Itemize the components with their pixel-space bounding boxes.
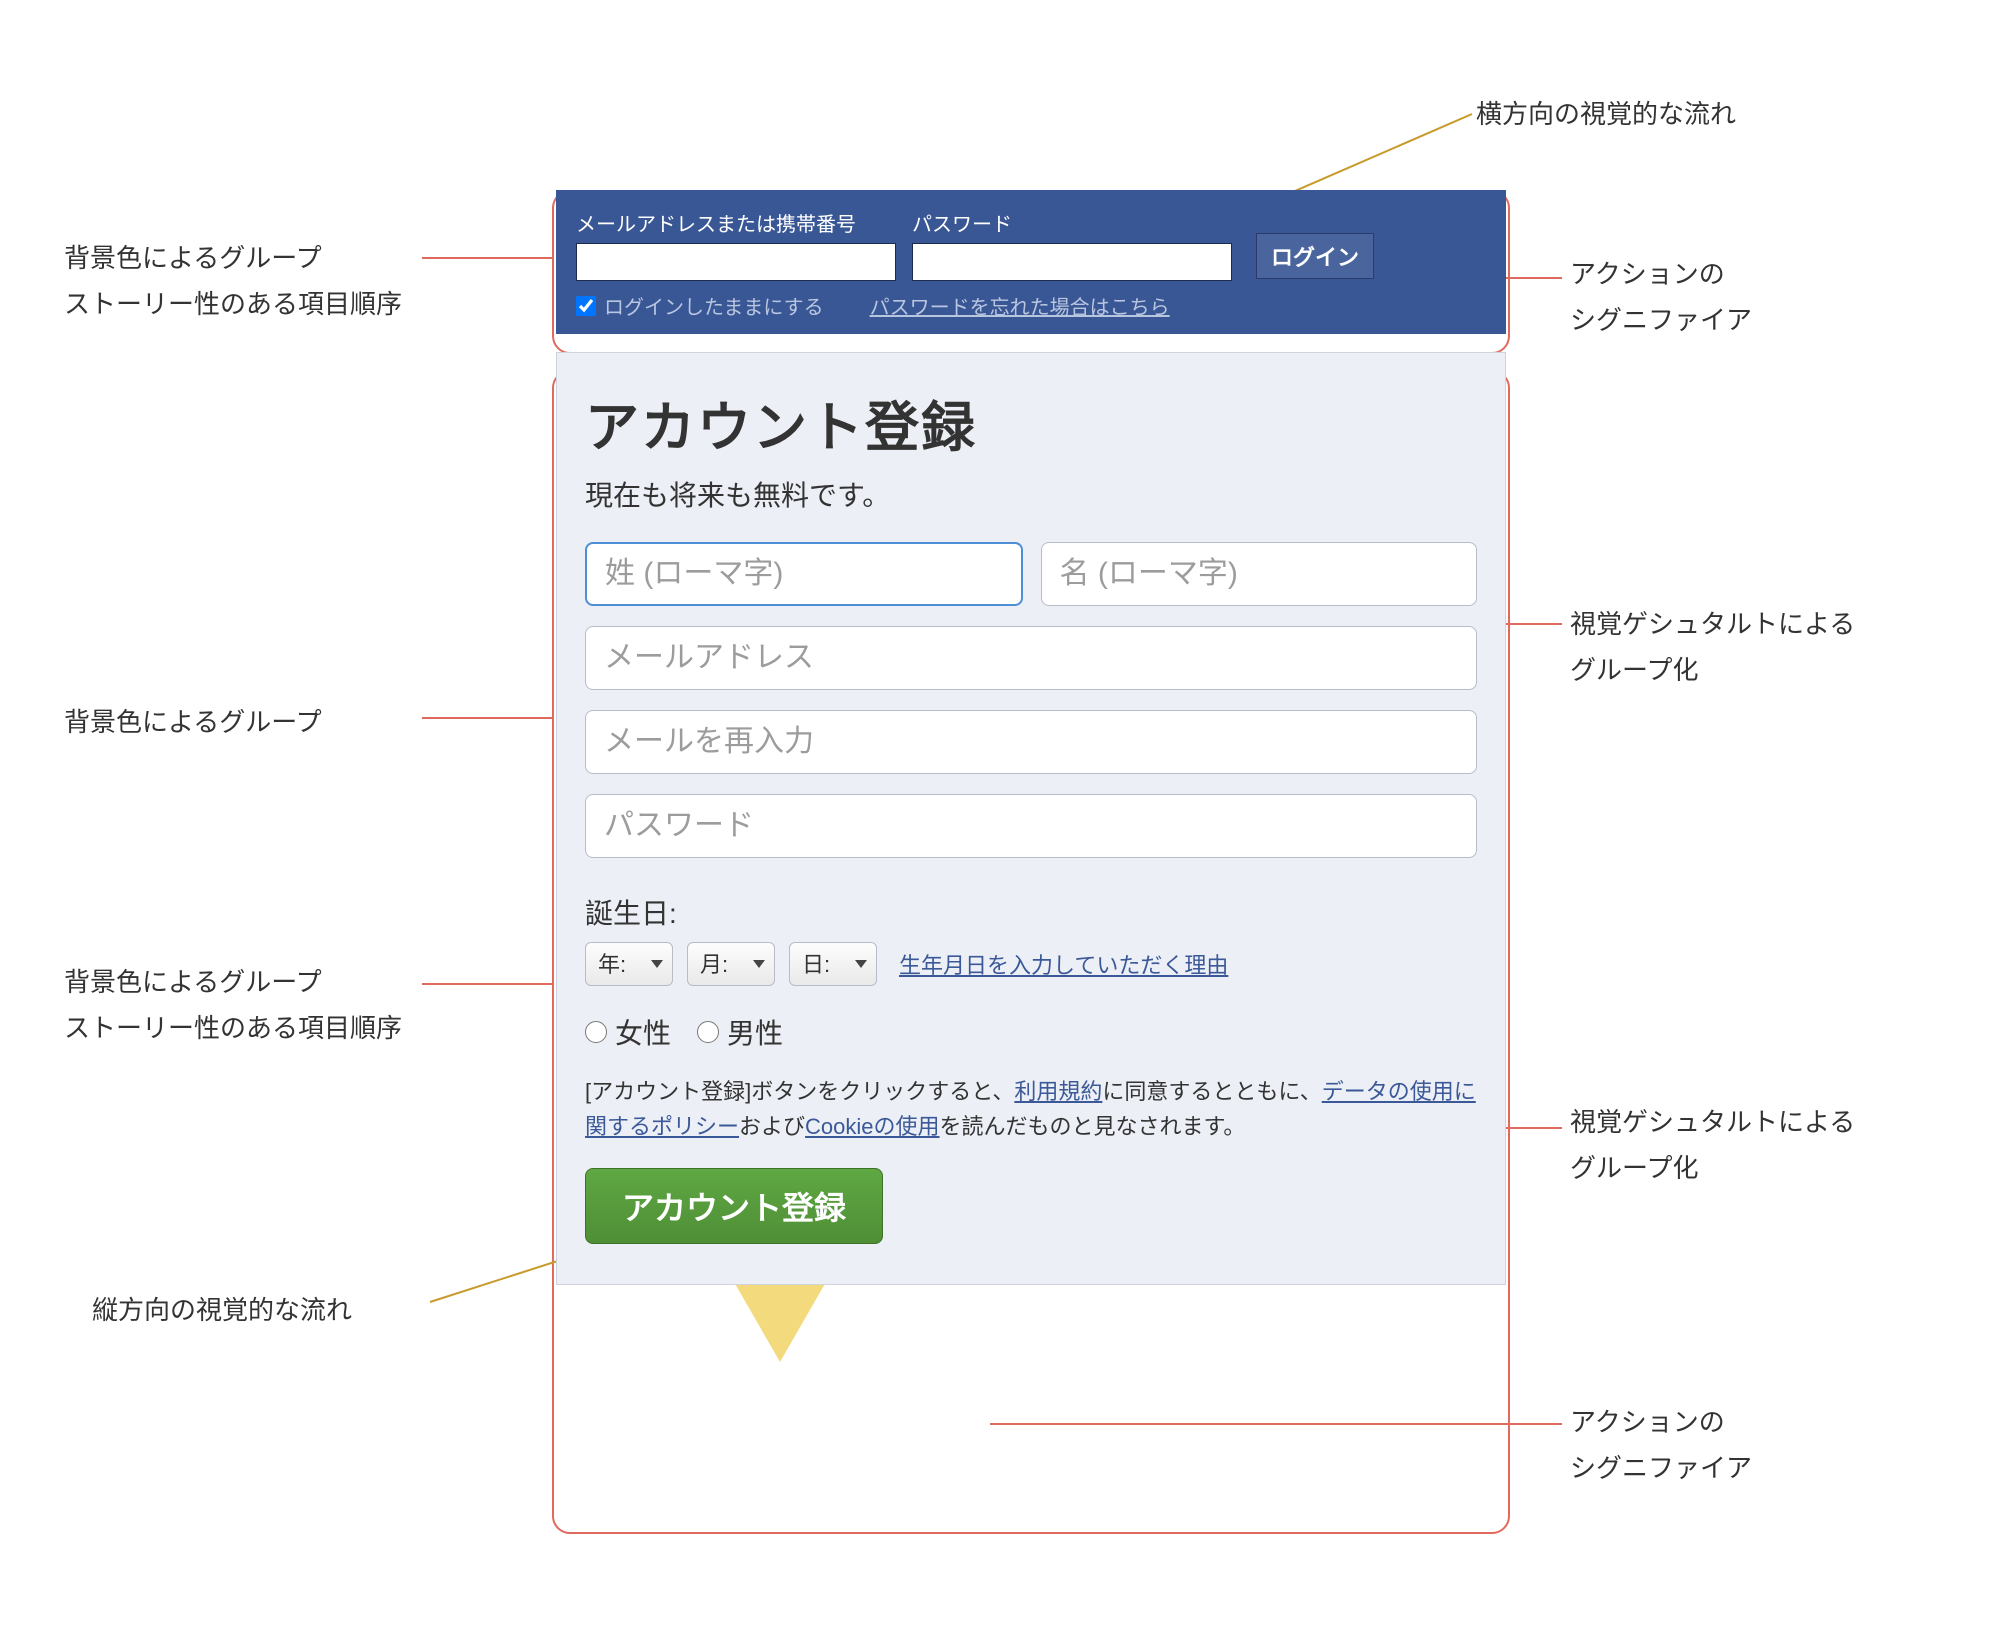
annot-action-1b: シグニファイア	[1570, 298, 1752, 342]
gender-male-label: 男性	[727, 1012, 783, 1052]
gender-female-label: 女性	[615, 1012, 671, 1052]
email-input[interactable]	[585, 626, 1477, 690]
annot-story-2: ストーリー性のある項目順序	[64, 1006, 402, 1050]
annot-bg-group-2: 背景色によるグループ	[64, 700, 322, 744]
annot-story-1: ストーリー性のある項目順序	[64, 282, 402, 326]
terms-text: [アカウント登録]ボタンをクリックすると、利用規約に同意するとともに、データの使…	[585, 1074, 1477, 1144]
stay-logged-in[interactable]: ログインしたままにする	[576, 291, 824, 320]
page-title: アカウント登録	[585, 383, 1477, 462]
email-confirm-input[interactable]	[585, 710, 1477, 774]
annot-gestalt-2a: 視覚ゲシュタルトによる	[1570, 1100, 1855, 1144]
annot-bg-group-1: 背景色によるグループ	[64, 236, 322, 280]
login-email-label: メールアドレスまたは携帯番号	[576, 208, 896, 237]
stay-logged-label: ログインしたままにする	[604, 291, 824, 320]
gender-female-radio[interactable]	[585, 1021, 607, 1043]
gender-female[interactable]: 女性	[585, 1012, 671, 1052]
annot-action-2b: シグニファイア	[1570, 1446, 1752, 1490]
birth-month-select[interactable]: 月:	[687, 942, 775, 986]
birth-year-select[interactable]: 年:	[585, 942, 673, 986]
login-password-field: パスワード	[912, 208, 1232, 281]
login-email-input[interactable]	[576, 243, 896, 281]
registration-panel: アカウント登録 現在も将来も無料です。 誕生日: 年: 月: 日: 生年月日を入…	[556, 352, 1506, 1285]
gender-male[interactable]: 男性	[697, 1012, 783, 1052]
gender-row: 女性 男性	[585, 1012, 1477, 1052]
registration-form: 誕生日: 年: 月: 日: 生年月日を入力していただく理由 女性 男性 [アカウ…	[585, 542, 1477, 1244]
cookie-policy-link[interactable]: Cookieの使用	[805, 1114, 939, 1139]
birthday-row: 年: 月: 日: 生年月日を入力していただく理由	[585, 942, 1477, 986]
stay-logged-checkbox[interactable]	[576, 296, 596, 316]
forgot-password-link[interactable]: パスワードを忘れた場合はこちら	[870, 291, 1170, 320]
login-email-field: メールアドレスまたは携帯番号	[576, 208, 896, 281]
annot-gestalt-1a: 視覚ゲシュタルトによる	[1570, 602, 1855, 646]
birthday-why-link[interactable]: 生年月日を入力していただく理由	[899, 948, 1228, 980]
login-button[interactable]: ログイン	[1256, 233, 1374, 279]
annot-bg-group-3: 背景色によるグループ	[64, 960, 322, 1004]
birthday-label: 誕生日:	[585, 892, 1477, 932]
gender-male-radio[interactable]	[697, 1021, 719, 1043]
login-password-label: パスワード	[912, 208, 1232, 237]
annot-horizontal-flow: 横方向の視覚的な流れ	[1476, 92, 1736, 136]
annot-gestalt-1b: グループ化	[1570, 648, 1698, 692]
annot-action-2a: アクションの	[1570, 1400, 1725, 1444]
last-name-input[interactable]	[585, 542, 1023, 606]
first-name-input[interactable]	[1041, 542, 1477, 606]
login-bar: メールアドレスまたは携帯番号 パスワード ログイン ログインしたままにする パス…	[556, 190, 1506, 334]
app-panel: メールアドレスまたは携帯番号 パスワード ログイン ログインしたままにする パス…	[556, 190, 1506, 1285]
login-password-input[interactable]	[912, 243, 1232, 281]
annot-gestalt-2b: グループ化	[1570, 1146, 1698, 1190]
tos-link[interactable]: 利用規約	[1014, 1079, 1102, 1104]
birth-day-select[interactable]: 日:	[789, 942, 877, 986]
page-subhead: 現在も将来も無料です。	[585, 474, 1477, 514]
register-button[interactable]: アカウント登録	[585, 1168, 883, 1244]
password-input[interactable]	[585, 794, 1477, 858]
annot-action-1a: アクションの	[1570, 252, 1725, 296]
annot-vertical-flow: 縦方向の視覚的な流れ	[92, 1288, 352, 1332]
